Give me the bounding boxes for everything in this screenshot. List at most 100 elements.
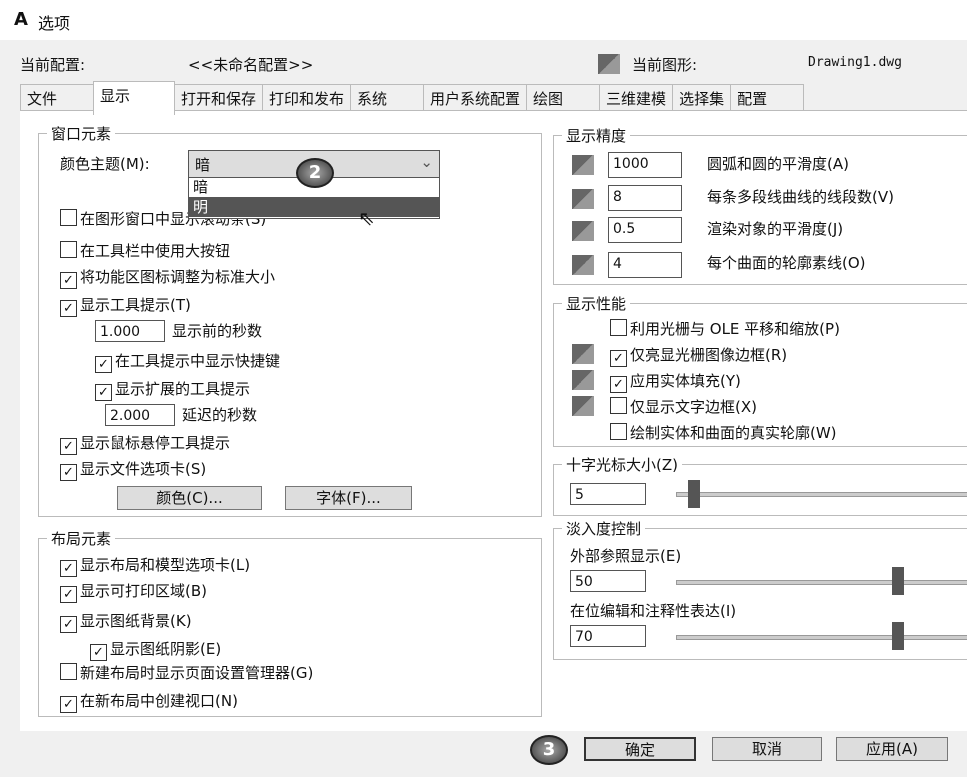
tooltips-checkbox[interactable]: ✓ 显示工具提示(T) [60,294,191,317]
contour-lines-label: 每个曲面的轮廓素线(O) [707,254,866,272]
drawing-saved-icon [572,344,594,364]
ribbon-icons-checkbox[interactable]: ✓ 将功能区图标调整为标准大小 [60,266,275,289]
large-buttons-checkbox[interactable]: 在工具栏中使用大按钮 [60,240,230,261]
drawing-saved-icon [572,370,594,390]
checkbox[interactable] [610,397,627,414]
checkbox[interactable]: ✓ [95,356,112,373]
render-smoothness-input[interactable]: 0.5 [608,217,682,243]
checkbox[interactable]: ✓ [60,272,77,289]
group-title: 窗口元素 [47,123,116,144]
dropdown-value: 暗 [195,156,211,174]
arc-smoothness-input[interactable]: 1000 [608,152,682,178]
group-title: 淡入度控制 [562,518,646,539]
apply-button[interactable]: 应用(A) [836,737,948,761]
tab-bar: 文件 显示 打开和保存 打印和发布 系统 用户系统配置 绘图 三维建模 选择集 … [20,81,805,115]
shortcut-keys-checkbox[interactable]: ✓ 在工具提示中显示快捷键 [95,350,280,373]
tooltip-delay-input[interactable]: 1.000 [95,320,165,342]
tab-open-save[interactable]: 打开和保存 [174,84,264,112]
checkbox[interactable]: ✓ [60,464,77,481]
xref-fade-label: 外部参照显示(E) [570,547,682,565]
tab-profiles[interactable]: 配置 [730,84,805,112]
mouse-cursor-icon: ⇖ [358,206,375,230]
checkbox[interactable] [610,319,627,336]
group-title: 十字光标大小(Z) [562,454,682,475]
tab-user-preferences[interactable]: 用户系统配置 [423,84,528,112]
tab-selection[interactable]: 选择集 [672,84,732,112]
step-badge-3: 3 [530,735,568,765]
checkbox[interactable]: ✓ [60,586,77,603]
checkbox[interactable]: ✓ [610,350,627,367]
true-silhouettes-checkbox[interactable]: 绘制实体和曲面的真实轮廓(W) [610,422,837,443]
fonts-button[interactable]: 字体(F)... [285,486,412,510]
ok-button[interactable]: 确定 [584,737,696,761]
xref-fade-input[interactable]: 50 [570,570,646,592]
checkbox[interactable]: ✓ [610,376,627,393]
file-tabs-checkbox[interactable]: ✓ 显示文件选项卡(S) [60,458,206,481]
crosshair-slider-thumb[interactable] [688,480,700,508]
solid-fill-checkbox[interactable]: ✓ 应用实体填充(Y) [610,370,741,393]
checkbox[interactable]: ✓ [60,616,77,633]
contour-lines-input[interactable]: 4 [608,252,682,278]
profile-label: 当前配置: [20,56,86,74]
drawing-label: 当前图形: [632,56,698,74]
tooltip-delay-label: 显示前的秒数 [172,322,263,340]
tab-display[interactable]: 显示 [93,81,175,115]
create-viewport-checkbox[interactable]: ✓ 在新布局中创建视口(N) [60,690,238,713]
group-title: 显示性能 [562,293,631,314]
title-bar: A 选项 [0,0,967,40]
drawing-saved-icon [572,255,594,275]
crosshair-size-slider[interactable] [676,492,967,497]
drawing-value: Drawing1.dwg [808,55,902,70]
xref-fade-slider[interactable] [676,580,967,585]
tab-files[interactable]: 文件 [20,84,94,112]
window-title: 选项 [38,14,71,33]
checkbox[interactable] [60,209,77,226]
layout-tabs-checkbox[interactable]: ✓ 显示布局和模型选项卡(L) [60,554,250,577]
checkbox[interactable] [60,241,77,258]
paper-shadow-checkbox[interactable]: ✓ 显示图纸阴影(E) [90,638,221,661]
tab-plot-publish[interactable]: 打印和发布 [262,84,352,112]
checkbox[interactable]: ✓ [90,644,107,661]
checkbox[interactable] [610,423,627,440]
colors-button[interactable]: 颜色(C)... [117,486,262,510]
cancel-button[interactable]: 取消 [712,737,822,761]
raster-ole-checkbox[interactable]: 利用光栅与 OLE 平移和缩放(P) [610,318,840,339]
inplace-fade-label: 在位编辑和注释性表达(I) [570,602,737,620]
chevron-down-icon: ⌄ [420,153,433,171]
render-smoothness-label: 渲染对象的平滑度(J) [707,220,844,238]
inplace-fade-slider[interactable] [676,635,967,640]
extended-delay-input[interactable]: 2.000 [105,404,175,426]
crosshair-size-input[interactable]: 5 [570,483,646,505]
app-icon: A [14,9,28,30]
group-title: 布局元素 [47,528,116,549]
checkbox[interactable]: ✓ [60,560,77,577]
extended-tooltips-checkbox[interactable]: ✓ 显示扩展的工具提示 [95,378,250,401]
inplace-slider-thumb[interactable] [892,622,904,650]
raster-frame-checkbox[interactable]: ✓ 仅亮显光栅图像边框(R) [610,344,787,367]
rollover-tooltips-checkbox[interactable]: ✓ 显示鼠标悬停工具提示 [60,432,230,455]
arc-smoothness-label: 圆弧和圆的平滑度(A) [707,155,849,173]
drawing-saved-icon [572,221,594,241]
tab-drafting[interactable]: 绘图 [526,84,601,112]
color-theme-label: 颜色主题(M): [60,155,150,173]
checkbox[interactable] [60,663,77,680]
option-light[interactable]: 明 [189,197,439,217]
checkbox[interactable]: ✓ [60,438,77,455]
paper-background-checkbox[interactable]: ✓ 显示图纸背景(K) [60,610,192,633]
drawing-saved-icon [572,155,594,175]
printable-area-checkbox[interactable]: ✓ 显示可打印区域(B) [60,580,207,603]
inplace-fade-input[interactable]: 70 [570,625,646,647]
text-frame-checkbox[interactable]: 仅显示文字边框(X) [610,396,757,417]
checkbox[interactable]: ✓ [60,696,77,713]
polyline-segments-input[interactable]: 8 [608,185,682,211]
drawing-icon [598,54,620,74]
drawing-saved-icon [572,189,594,209]
xref-slider-thumb[interactable] [892,567,904,595]
page-setup-checkbox[interactable]: 新建布局时显示页面设置管理器(G) [60,662,313,683]
tab-system[interactable]: 系统 [350,84,425,112]
polyline-segments-label: 每条多段线曲线的线段数(V) [707,188,894,206]
checkbox[interactable]: ✓ [95,384,112,401]
tab-3d-modeling[interactable]: 三维建模 [599,84,674,112]
checkbox[interactable]: ✓ [60,300,77,317]
profile-value: <<未命名配置>> [188,56,314,74]
